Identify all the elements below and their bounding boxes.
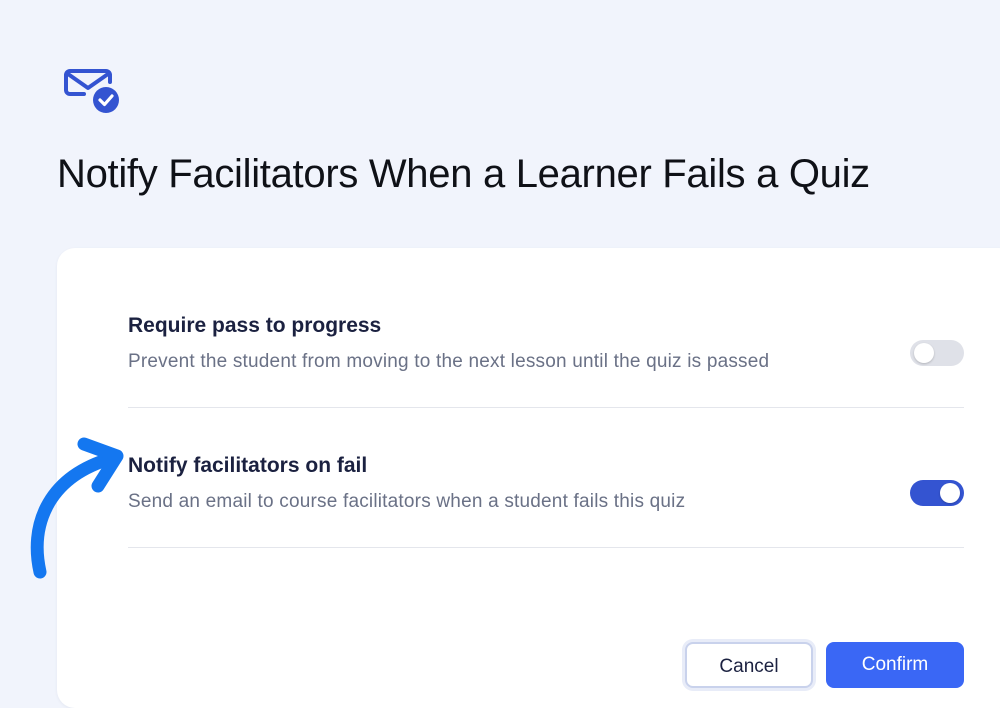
page-title: Notify Facilitators When a Learner Fails… <box>57 152 870 196</box>
setting-title: Require pass to progress <box>128 314 382 337</box>
mail-check-icon <box>64 69 119 113</box>
cancel-button[interactable]: Cancel <box>685 642 813 688</box>
setting-description: Send an email to course facilitators whe… <box>128 491 686 512</box>
setting-description: Prevent the student from moving to the n… <box>128 351 770 372</box>
confirm-button[interactable]: Confirm <box>826 642 964 688</box>
curved-arrow-icon <box>30 437 124 579</box>
settings-card: Require pass to progress Prevent the stu… <box>57 248 1000 708</box>
notify-facilitators-toggle[interactable] <box>910 480 964 506</box>
toggle-knob <box>914 343 934 363</box>
toggle-knob <box>940 483 960 503</box>
setting-title: Notify facilitators on fail <box>128 454 368 477</box>
require-pass-toggle[interactable] <box>910 340 964 366</box>
setting-row-notify-facilitators: Notify facilitators on fail Send an emai… <box>128 410 964 548</box>
setting-row-require-pass: Require pass to progress Prevent the stu… <box>128 270 964 408</box>
